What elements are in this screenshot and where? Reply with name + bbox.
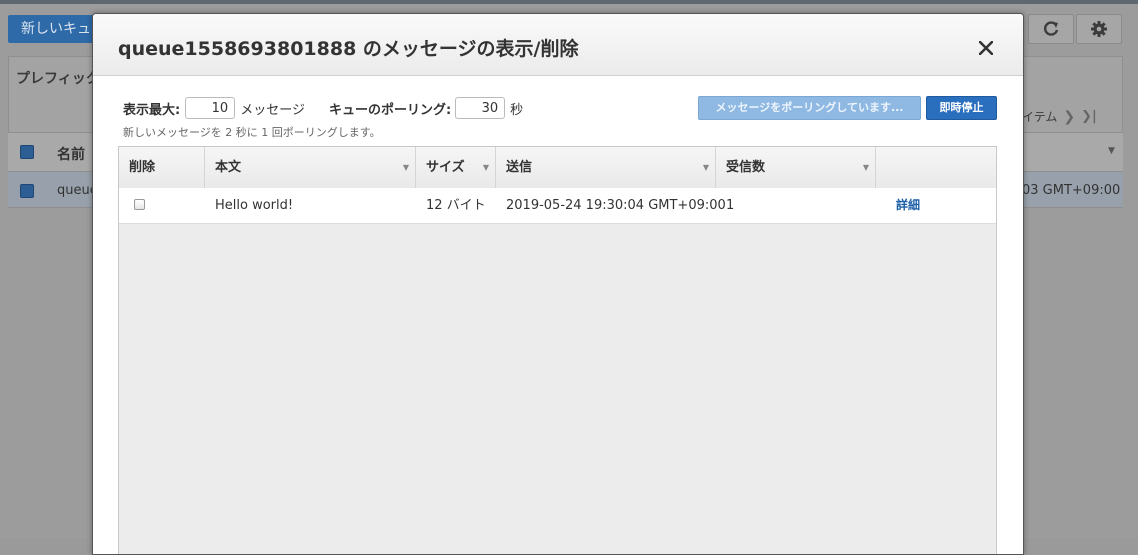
column-receive-count-label: 受信数 xyxy=(726,160,766,175)
column-size[interactable]: サイズ ▼ xyxy=(416,147,496,188)
polling-duration-unit: 秒 xyxy=(510,102,524,118)
close-button[interactable] xyxy=(973,35,999,61)
detail-link[interactable]: 詳細 xyxy=(896,188,920,223)
dialog-header: queue1558693801888 のメッセージの表示/削除 xyxy=(93,14,1023,76)
column-size-label: サイズ xyxy=(426,160,465,175)
gear-icon xyxy=(1091,21,1107,37)
polling-duration-label: キューのポーリング: xyxy=(328,102,452,118)
refresh-button[interactable] xyxy=(1028,14,1074,44)
view-delete-messages-dialog: queue1558693801888 のメッセージの表示/削除 表示最大: メッ… xyxy=(92,13,1024,555)
close-icon xyxy=(979,41,993,55)
message-receive-count: 1 xyxy=(726,198,735,213)
pagination: イテム ❯ ❯| xyxy=(1022,108,1097,125)
next-page-icon[interactable]: ❯ xyxy=(1063,109,1075,125)
top-bar xyxy=(0,0,1138,4)
column-delete-label: 削除 xyxy=(129,160,156,175)
column-delete: 削除 xyxy=(119,147,205,188)
sort-caret-icon[interactable]: ▼ xyxy=(863,147,869,188)
column-body[interactable]: 本文 ▼ xyxy=(205,147,416,188)
select-all-checkbox[interactable] xyxy=(20,145,34,159)
settings-button[interactable] xyxy=(1076,14,1122,44)
queue-row-date: 03 GMT+09:00 xyxy=(1022,183,1121,198)
queue-row-checkbox[interactable] xyxy=(20,184,34,198)
sort-caret-icon[interactable]: ▼ xyxy=(1108,146,1115,156)
prefix-filter-label: プレフィック xyxy=(16,71,100,87)
message-sent: 2019-05-24 19:30:04 GMT+09:00 xyxy=(506,198,726,213)
sort-caret-icon[interactable]: ▼ xyxy=(403,147,409,188)
refresh-icon xyxy=(1044,21,1059,36)
dialog-title: queue1558693801888 のメッセージの表示/削除 xyxy=(118,38,579,60)
column-body-label: 本文 xyxy=(215,160,242,175)
column-sent-label: 送信 xyxy=(506,160,533,175)
max-display-input[interactable] xyxy=(185,97,236,119)
polling-hint: 新しいメッセージを 2 秒に 1 回ポーリングします。 xyxy=(123,126,381,139)
messages-table-header: 削除 本文 ▼ サイズ ▼ 送信 ▼ 受信数 ▼ xyxy=(119,147,996,189)
polling-duration-input[interactable] xyxy=(455,97,506,119)
message-size: 12 バイト xyxy=(426,198,486,213)
pagination-label: イテム xyxy=(1022,110,1058,124)
max-display-label: 表示最大: xyxy=(123,102,181,118)
stop-now-button[interactable]: 即時停止 xyxy=(926,96,997,120)
delete-checkbox[interactable] xyxy=(134,199,145,210)
messages-table: 削除 本文 ▼ サイズ ▼ 送信 ▼ 受信数 ▼ Hello world! 12 バイト… xyxy=(118,146,997,554)
table-row: Hello world! 12 バイト 2019-05-24 19:30:04 … xyxy=(119,188,996,224)
sort-caret-icon[interactable]: ▼ xyxy=(703,147,709,188)
column-sent[interactable]: 送信 ▼ xyxy=(496,147,716,188)
polling-controls: 表示最大: メッセージ キューのポーリング: 秒 xyxy=(123,96,523,120)
max-display-unit: メッセージ xyxy=(240,102,305,118)
last-page-icon[interactable]: ❯| xyxy=(1081,109,1097,124)
sort-caret-icon[interactable]: ▼ xyxy=(483,147,489,188)
message-body: Hello world! xyxy=(215,198,294,213)
polling-status-button[interactable]: メッセージをポーリングしています... xyxy=(698,96,921,120)
name-column-header[interactable]: 名前 xyxy=(57,144,85,164)
column-receive-count[interactable]: 受信数 ▼ xyxy=(716,147,876,188)
